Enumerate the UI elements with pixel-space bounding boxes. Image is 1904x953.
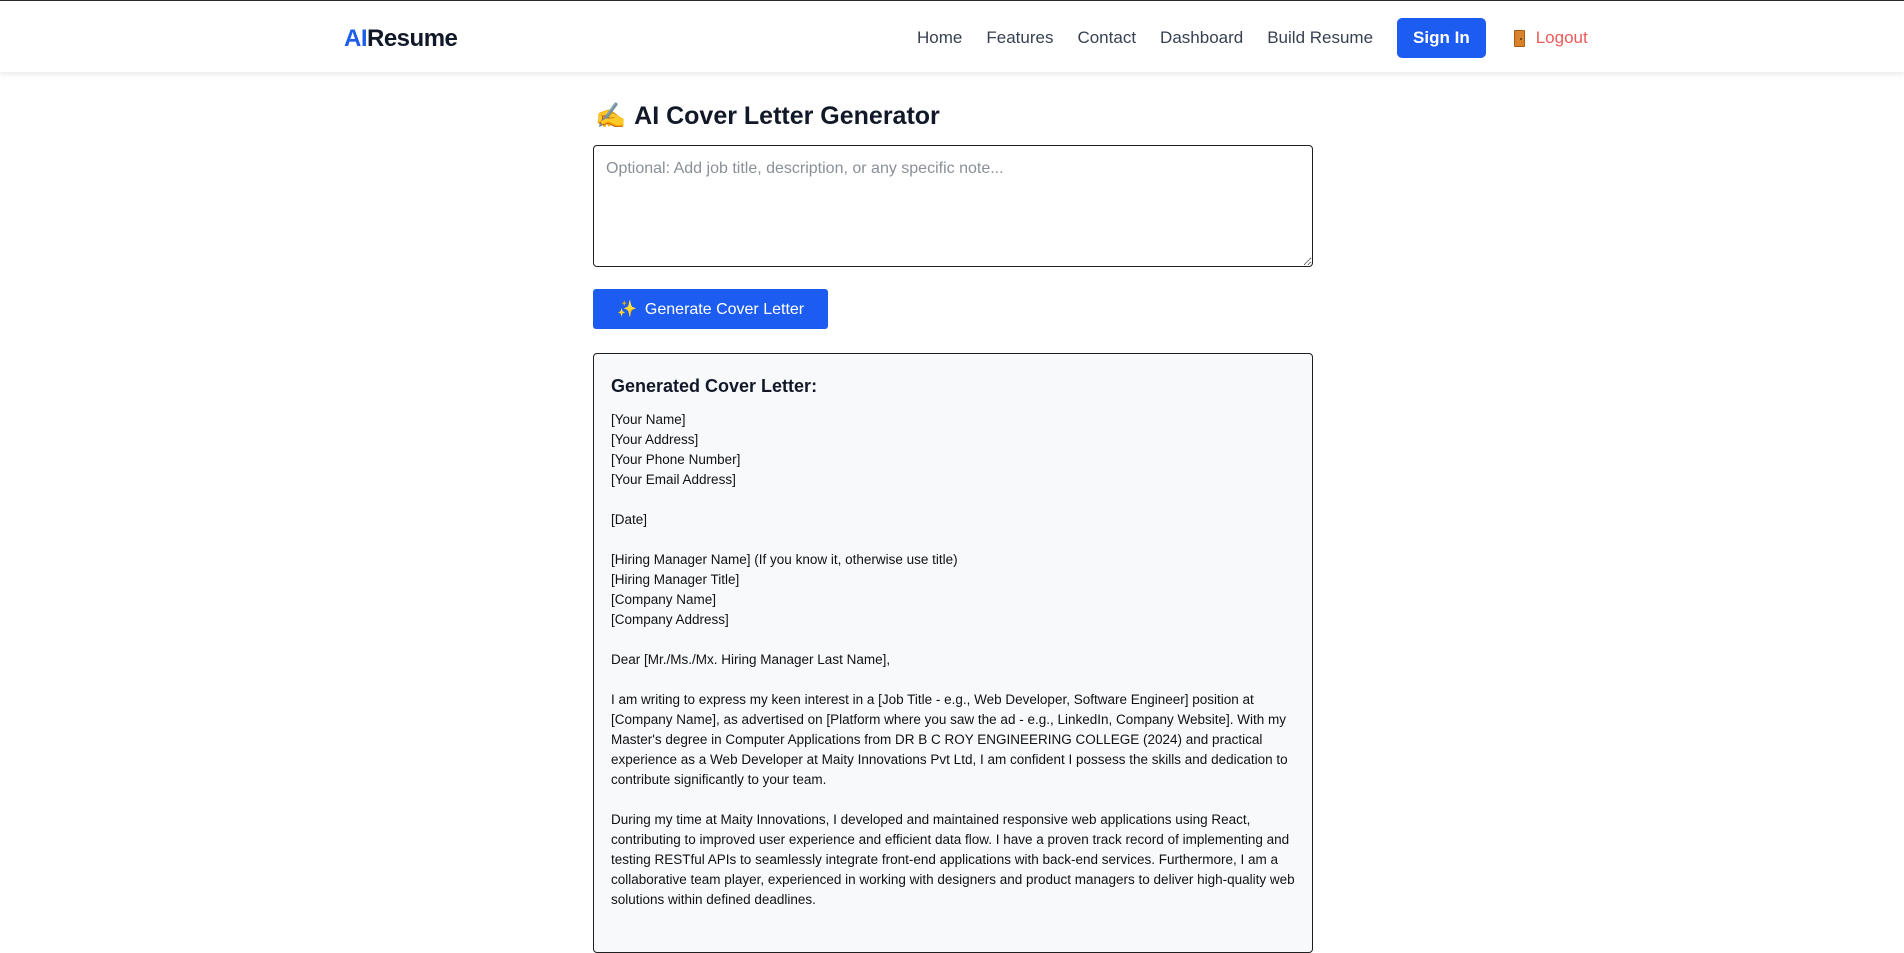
job-note-input[interactable] <box>593 145 1313 267</box>
brand-logo-resume: Resume <box>367 25 458 52</box>
logout-button[interactable]: Logout <box>1513 28 1588 48</box>
sign-in-button[interactable]: Sign In <box>1397 18 1486 58</box>
logout-label: Logout <box>1535 28 1588 47</box>
nav-link-contact[interactable]: Contact <box>1077 28 1136 48</box>
brand-logo-ai: AI <box>344 25 368 52</box>
generate-button-label: Generate Cover Letter <box>644 301 805 318</box>
writing-hand-icon: ✍️ <box>595 102 627 130</box>
generated-cover-letter-panel: Generated Cover Letter: [Your Name] [You… <box>593 353 1313 953</box>
brand-logo[interactable]: AIResume <box>344 25 458 53</box>
page-title: ✍️ AI Cover Letter Generator <box>595 100 940 132</box>
sparkles-icon: ✨ <box>617 301 637 318</box>
top-navbar: AIResume Home Features Contact Dashboard… <box>0 0 1904 72</box>
cover-letter-text: [Your Name] [Your Address] [Your Phone N… <box>611 412 1295 907</box>
generate-cover-letter-button[interactable]: ✨ Generate Cover Letter <box>593 289 829 329</box>
nav-links: Home Features Contact Dashboard Build Re… <box>917 18 1588 58</box>
page-title-text: AI Cover Letter Generator <box>634 102 940 130</box>
nav-link-home[interactable]: Home <box>917 28 962 48</box>
nav-link-dashboard[interactable]: Dashboard <box>1160 28 1243 48</box>
door-icon <box>1513 29 1525 47</box>
nav-link-build-resume[interactable]: Build Resume <box>1267 28 1373 48</box>
result-heading: Generated Cover Letter: <box>611 376 818 396</box>
nav-link-features[interactable]: Features <box>986 28 1053 48</box>
